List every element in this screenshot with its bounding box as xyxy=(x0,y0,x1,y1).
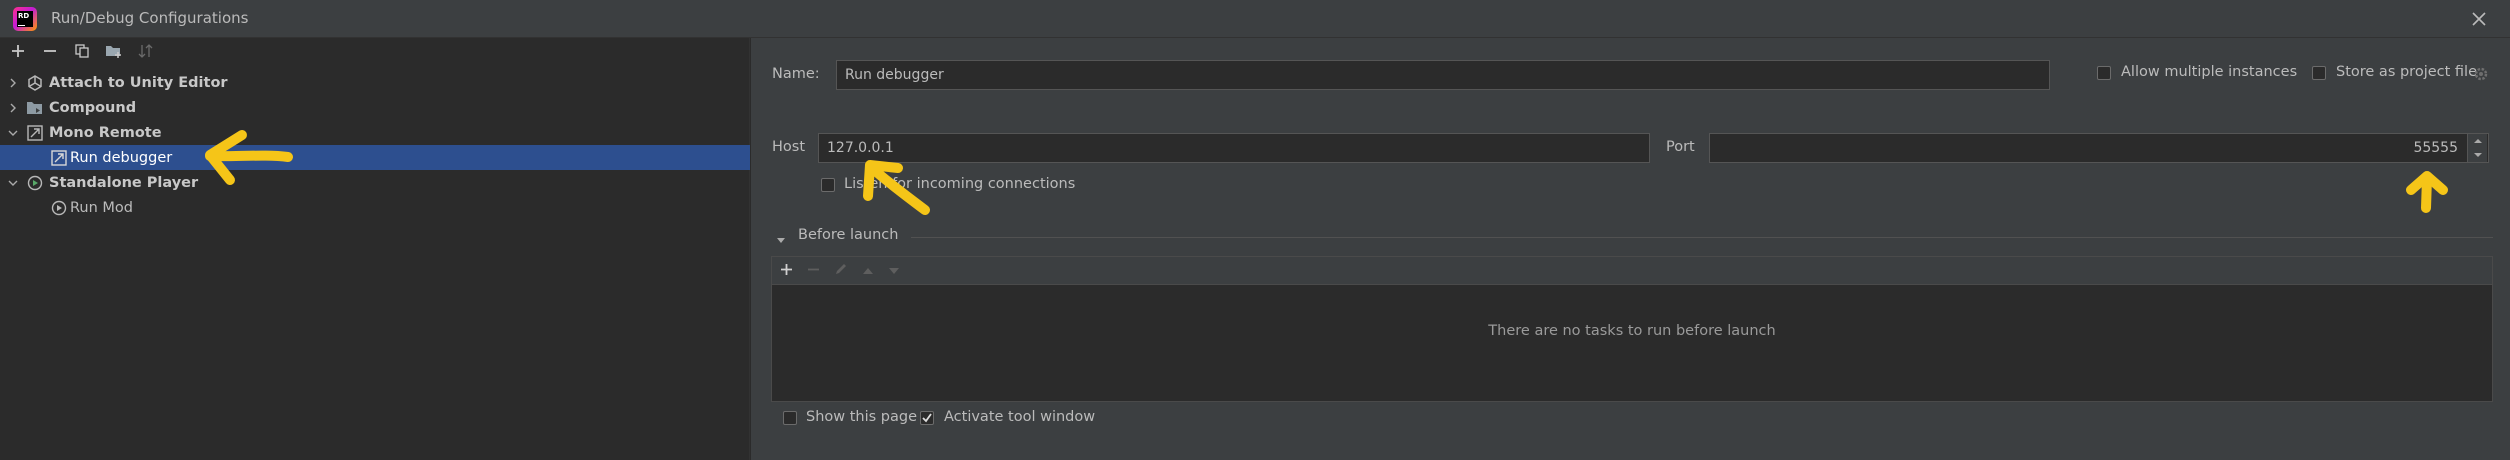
activate-tool-window-checkbox[interactable] xyxy=(920,411,934,425)
activate-tool-window-label: Activate tool window xyxy=(944,409,1096,425)
show-this-page-label: Show this page xyxy=(806,409,918,425)
move-up-icon[interactable] xyxy=(862,261,874,280)
spinner-up-icon xyxy=(2473,139,2482,143)
app-logo-text: RD xyxy=(18,12,30,20)
tree-item-label: Compound xyxy=(49,99,137,116)
window-title: Run/Debug Configurations xyxy=(51,9,249,27)
move-down-icon[interactable] xyxy=(888,261,900,280)
checkmark-icon xyxy=(922,413,932,423)
mono-remote-icon xyxy=(26,124,44,142)
before-launch-empty-text: There are no tasks to run before launch xyxy=(1488,323,1776,339)
listen-connections-checkbox[interactable] xyxy=(821,178,835,192)
gear-icon[interactable] xyxy=(2472,65,2490,83)
title-bar: RD Run/Debug Configurations xyxy=(0,0,2510,38)
tree-item-label: Attach to Unity Editor xyxy=(49,74,228,91)
port-spinner[interactable] xyxy=(2467,134,2487,162)
allow-multiple-instances-checkbox[interactable] xyxy=(2097,66,2111,80)
listen-connections-label: Listen for incoming connections xyxy=(844,176,1076,192)
spinner-down-icon xyxy=(2473,153,2482,157)
tree-item-label: Standalone Player xyxy=(49,174,199,191)
add-task-icon[interactable] xyxy=(780,261,793,280)
name-field[interactable]: Run debugger xyxy=(836,60,2050,90)
remove-task-icon[interactable] xyxy=(807,261,820,280)
sort-icon[interactable] xyxy=(136,41,156,61)
tree-item-run-debugger[interactable]: Run debugger xyxy=(0,145,750,170)
tree-item-attach-unity[interactable]: Attach to Unity Editor xyxy=(0,70,750,95)
show-this-page-checkbox[interactable] xyxy=(783,411,797,425)
port-label: Port xyxy=(1666,139,1695,155)
host-field[interactable]: 127.0.0.1 xyxy=(818,133,1650,163)
name-label: Name: xyxy=(772,66,820,82)
before-launch-panel: There are no tasks to run before launch xyxy=(771,256,2493,402)
standalone-player-icon xyxy=(26,174,44,192)
copy-icon[interactable] xyxy=(72,41,92,61)
before-launch-toolbar xyxy=(772,257,2492,285)
compound-folder-icon xyxy=(26,99,44,117)
before-launch-toggle[interactable] xyxy=(776,231,786,243)
app-logo: RD xyxy=(13,7,37,31)
section-divider xyxy=(911,237,2493,238)
tree-item-label: Run debugger xyxy=(70,149,173,166)
mono-remote-icon xyxy=(50,149,68,167)
edit-task-icon[interactable] xyxy=(834,261,848,280)
configurations-tree: Attach to Unity Editor Compound Mono Rem… xyxy=(0,70,750,220)
chevron-down-icon xyxy=(777,238,785,243)
tree-item-standalone-player[interactable]: Standalone Player xyxy=(0,170,750,195)
chevron-right-icon[interactable] xyxy=(5,100,21,116)
tree-item-label: Run Mod xyxy=(70,199,133,216)
port-field[interactable]: 55555 xyxy=(1709,133,2489,163)
tree-item-mono-remote[interactable]: Mono Remote xyxy=(0,120,750,145)
allow-multiple-instances-label: Allow multiple instances xyxy=(2121,64,2298,80)
host-label: Host xyxy=(772,139,806,155)
tree-item-label: Mono Remote xyxy=(49,124,162,141)
remove-icon[interactable] xyxy=(40,41,60,61)
tree-item-compound[interactable]: Compound xyxy=(0,95,750,120)
store-as-project-file-checkbox[interactable] xyxy=(2312,66,2326,80)
configurations-toolbar xyxy=(0,38,750,64)
chevron-down-icon[interactable] xyxy=(5,175,21,191)
store-as-project-file-label: Store as project file xyxy=(2336,64,2477,80)
tree-item-run-mod[interactable]: Run Mod xyxy=(0,195,750,220)
close-icon[interactable] xyxy=(2466,6,2492,32)
before-launch-title: Before launch xyxy=(798,227,899,243)
add-icon[interactable] xyxy=(8,41,28,61)
configuration-form: Name: Run debugger Allow multiple instan… xyxy=(751,38,2510,460)
standalone-player-icon xyxy=(50,199,68,217)
configurations-pane: Attach to Unity Editor Compound Mono Rem… xyxy=(0,38,750,460)
chevron-right-icon[interactable] xyxy=(5,75,21,91)
new-folder-icon[interactable] xyxy=(104,41,124,61)
unity-icon xyxy=(26,74,44,92)
chevron-down-icon[interactable] xyxy=(5,125,21,141)
